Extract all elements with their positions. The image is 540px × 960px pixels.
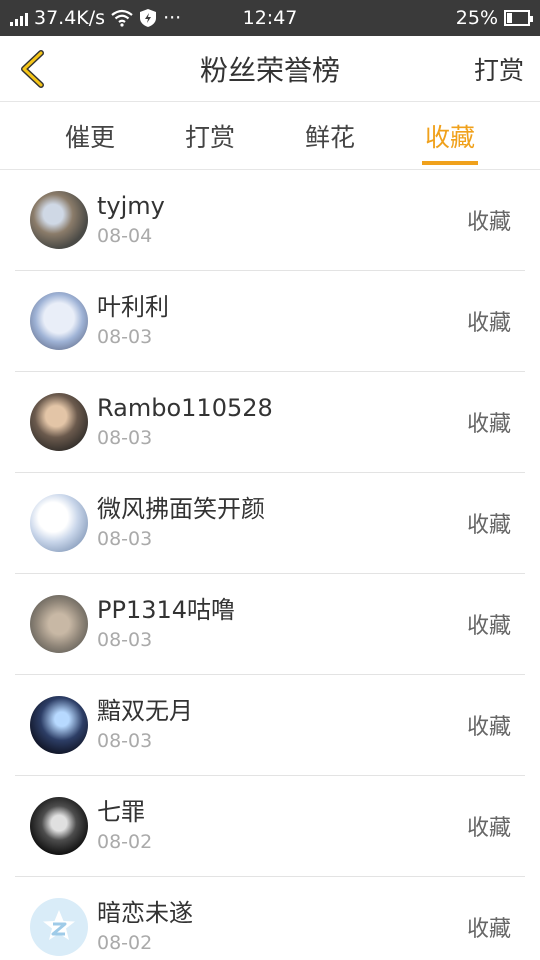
action-label: 收藏 [466,210,511,235]
fan-date: 08-03 [97,528,153,550]
action-label: 收藏 [466,311,511,336]
reward-button[interactable]: 打赏 [474,51,524,87]
fan-name: tyjmy [97,192,165,220]
avatar[interactable] [30,898,88,956]
list-item[interactable]: PP1314咕噜 08-03 收藏 [15,574,525,675]
battery-icon [504,10,533,26]
fan-date: 08-03 [97,427,153,449]
avatar[interactable] [30,292,88,350]
fan-name: PP1314咕噜 [97,596,236,624]
battery-percent: 25% [455,7,498,29]
fan-name: 微风拂面笑开颜 [97,495,265,523]
action-label: 收藏 [466,412,511,437]
fan-date: 08-04 [97,225,153,247]
tab-flowers[interactable]: 鲜花 [270,102,390,169]
list-item[interactable]: 叶利利 08-03 收藏 [15,271,525,372]
fan-name: 七罪 [97,798,145,826]
net-speed: 37.4K/s [34,7,106,29]
list-item[interactable]: 七罪 08-02 收藏 [15,776,525,877]
avatar[interactable] [30,696,88,754]
fan-name: 叶利利 [97,293,169,321]
nav-bar: 粉丝荣誉榜 打赏 [0,36,540,102]
action-label: 收藏 [466,614,511,639]
avatar[interactable] [30,797,88,855]
fan-name: 黯双无月 [97,697,193,725]
status-bar: 37.4K/s ··· 12:47 25% [0,0,540,36]
list-item[interactable]: Rambo110528 08-03 收藏 [15,372,525,473]
avatar[interactable] [30,494,88,552]
action-label: 收藏 [466,816,511,841]
chevron-left-icon [21,50,44,88]
fan-name: Rambo110528 [97,394,273,422]
fan-date: 08-03 [97,629,153,651]
fan-date: 08-03 [97,730,153,752]
shield-icon [140,9,157,27]
tab-reward[interactable]: 打赏 [150,102,270,169]
avatar[interactable] [30,393,88,451]
wifi-icon [111,9,133,27]
tab-urge[interactable]: 催更 [30,102,150,169]
list-item[interactable]: 暗恋未遂 08-02 收藏 [15,877,525,960]
page-title: 粉丝荣誉榜 [199,53,340,87]
fan-name: 暗恋未遂 [97,899,193,927]
fan-date: 08-02 [97,932,153,954]
tab-favorites[interactable]: 收藏 [390,102,510,169]
avatar[interactable] [30,191,88,249]
action-label: 收藏 [466,513,511,538]
list-item[interactable]: 黯双无月 08-03 收藏 [15,675,525,776]
default-avatar-icon [43,910,75,940]
fan-date: 08-02 [97,831,153,853]
list-item[interactable]: tyjmy 08-04 收藏 [15,170,525,271]
fan-list: tyjmy 08-04 收藏 叶利利 08-03 收藏 Rambo110528 … [0,170,540,960]
more-dots-icon: ··· [163,7,182,29]
fan-date: 08-03 [97,326,153,348]
list-item[interactable]: 微风拂面笑开颜 08-03 收藏 [15,473,525,574]
back-button[interactable] [12,48,52,90]
action-label: 收藏 [466,917,511,942]
action-label: 收藏 [466,715,511,740]
signal-icon [10,10,28,26]
tab-bar: 催更 打赏 鲜花 收藏 [0,102,540,170]
avatar[interactable] [30,595,88,653]
